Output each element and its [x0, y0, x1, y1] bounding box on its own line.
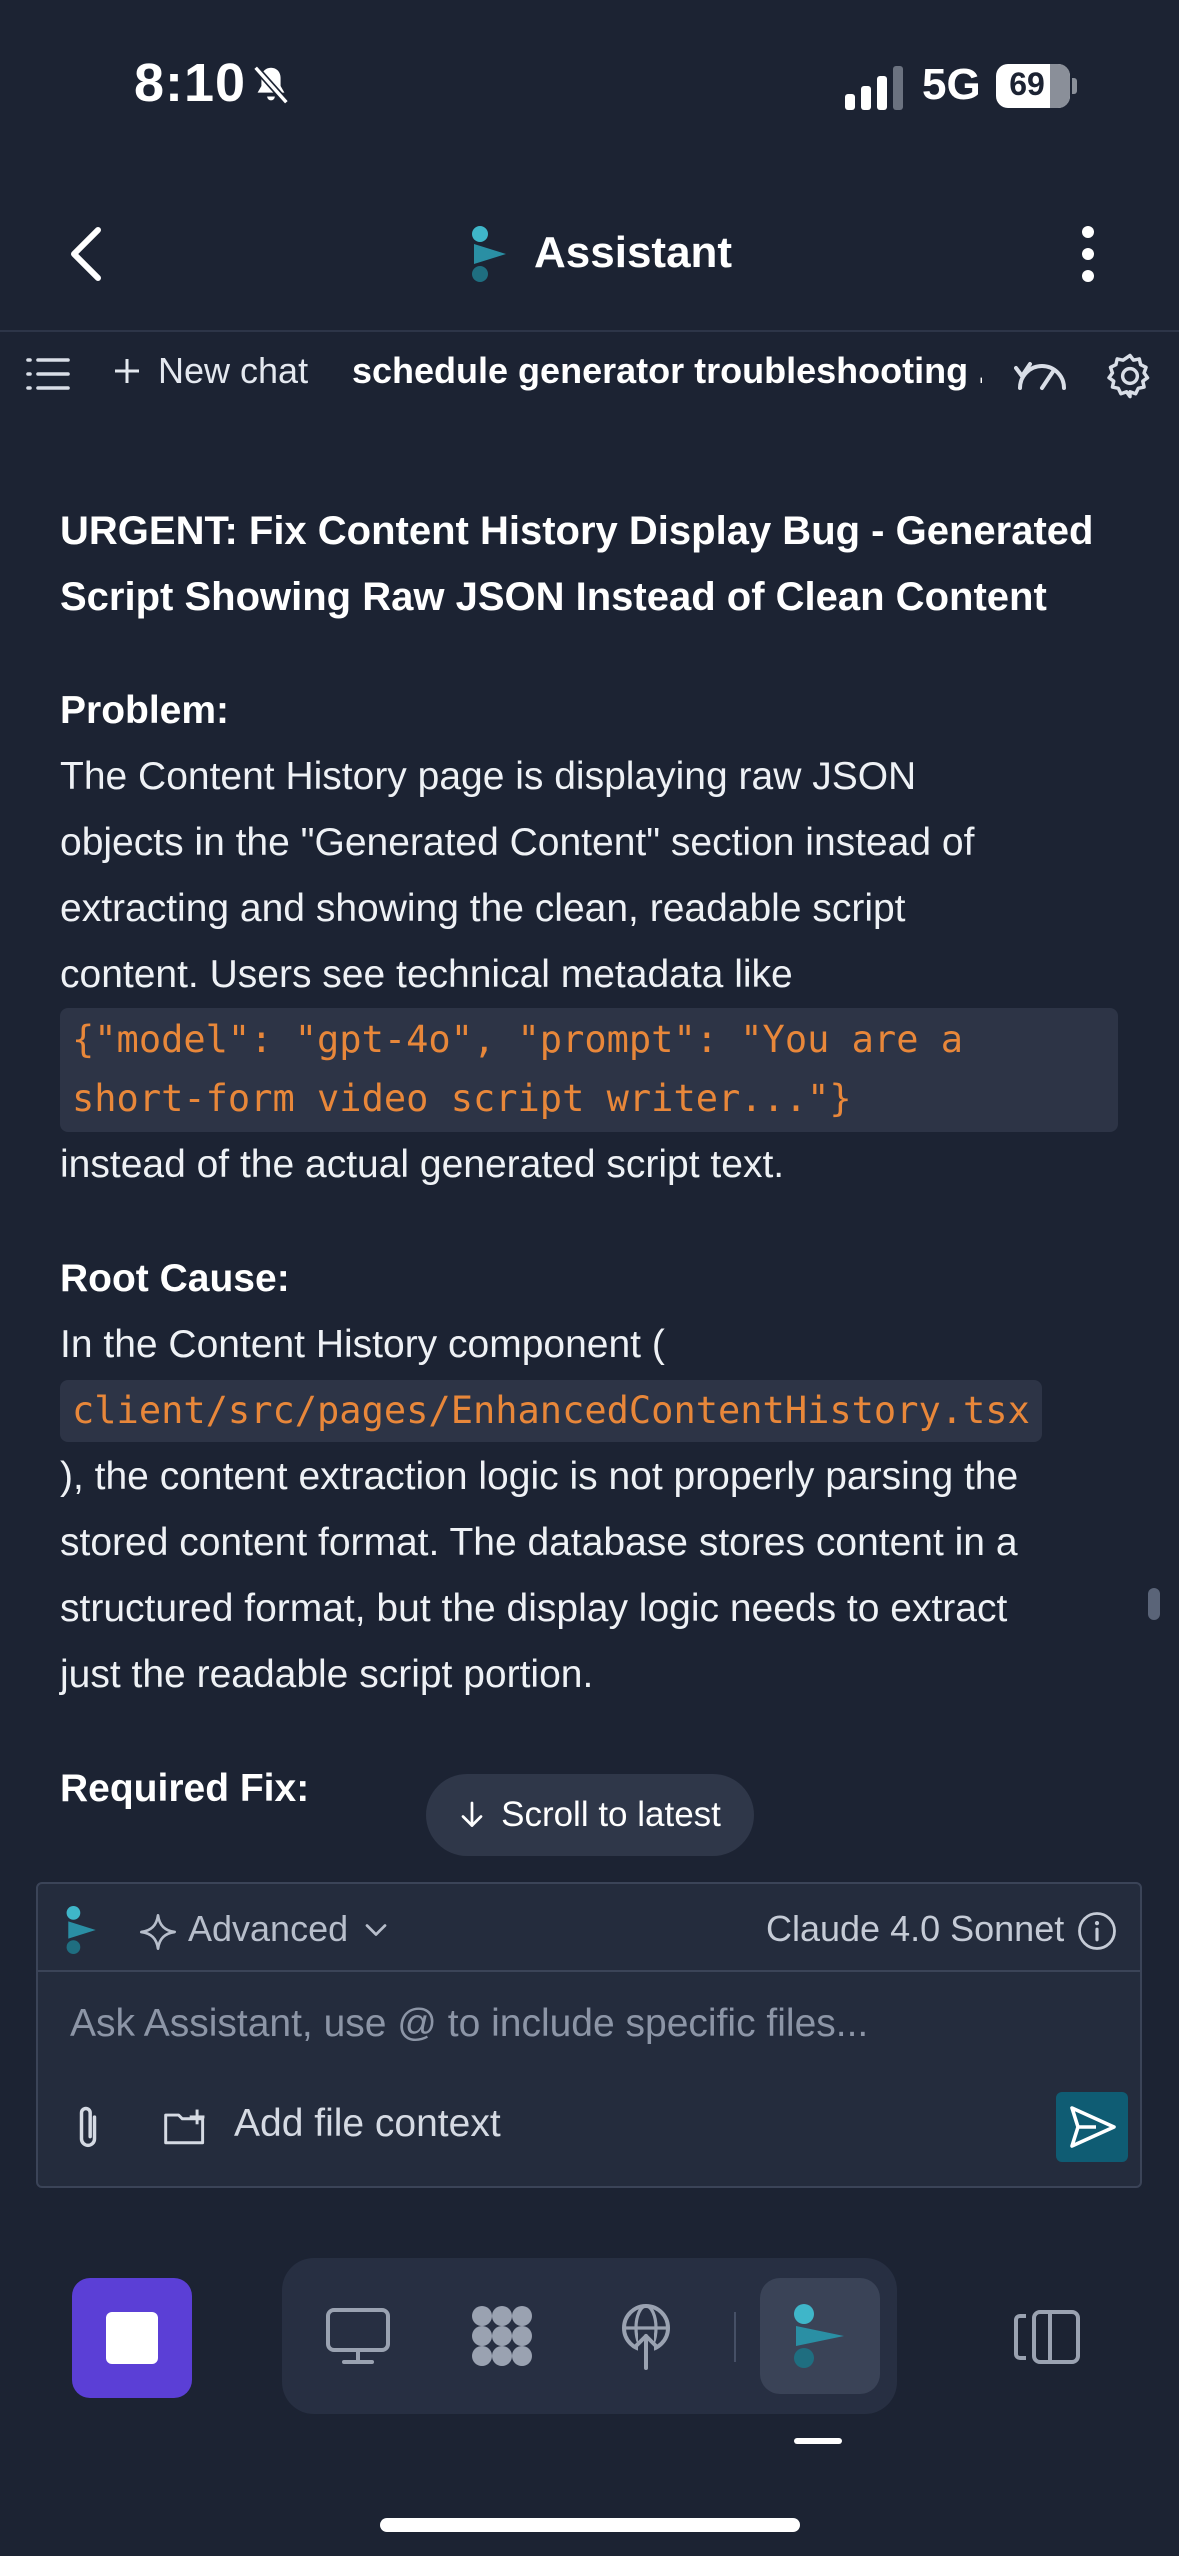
- add-file-context-button[interactable]: Add file context: [234, 2102, 501, 2146]
- new-chat-button[interactable]: New chat: [112, 350, 308, 392]
- chevron-down-icon[interactable]: [364, 1922, 388, 1938]
- mode-selector-label[interactable]: Advanced: [188, 1908, 348, 1950]
- composer: Advanced Claude 4.0 Sonnet Ask Assistant…: [36, 1882, 1142, 2188]
- problem-text-line3: extracting and showing the clean, readab…: [60, 887, 906, 930]
- root-cause-line2: ), the content extraction logic is not p…: [60, 1455, 1019, 1498]
- info-icon[interactable]: [1076, 1910, 1118, 1952]
- root-cause-line1: In the Content History component (: [60, 1323, 665, 1366]
- problem-code-line2: short-form video script writer..."}: [72, 1077, 852, 1120]
- message-input[interactable]: Ask Assistant, use @ to include specific…: [70, 2002, 868, 2046]
- problem-code-snippet: {"model": "gpt-4o", "prompt": "You are a…: [60, 1008, 1118, 1132]
- deploy-icon[interactable]: [610, 2300, 682, 2372]
- send-icon: [1070, 2106, 1116, 2148]
- battery-level: 69: [1009, 66, 1045, 102]
- problem-label: Problem:: [60, 689, 230, 732]
- bell-slash-icon: [253, 65, 289, 105]
- root-cause-code-path: client/src/pages/EnhancedContentHistory.…: [60, 1380, 1042, 1442]
- message-heading-line1: URGENT: Fix Content History Display Bug …: [60, 509, 1094, 553]
- root-cause-label: Root Cause:: [60, 1257, 290, 1300]
- assistant-message: URGENT: Fix Content History Display Bug …: [60, 498, 1120, 1822]
- problem-code-line1: {"model": "gpt-4o", "prompt": "You are a: [72, 1018, 964, 1061]
- problem-text-line1: The Content History page is displaying r…: [60, 755, 917, 798]
- status-time: 8:10: [134, 53, 247, 113]
- dock-active-indicator: [794, 2438, 842, 2444]
- root-cause-line4: structured format, but the display logic…: [60, 1587, 1008, 1630]
- bottom-dock: [282, 2258, 897, 2414]
- scroll-to-latest-label: Scroll to latest: [501, 1795, 721, 1834]
- root-cause-line5: just the readable script portion.: [60, 1653, 594, 1696]
- assistant-logo-icon[interactable]: [784, 2300, 856, 2372]
- home-indicator[interactable]: [380, 2518, 800, 2532]
- problem-text-line4: content. Users see technical metadata li…: [60, 953, 793, 996]
- scroll-to-latest-button[interactable]: Scroll to latest: [426, 1774, 754, 1856]
- chat-title[interactable]: schedule generator troubleshooting ...: [352, 350, 982, 392]
- assistant-logo-icon: [66, 1906, 96, 1954]
- kebab-menu-icon[interactable]: [1068, 224, 1108, 284]
- problem-text-line5: instead of the actual generated script t…: [60, 1143, 785, 1186]
- apps-grid-icon[interactable]: [466, 2300, 538, 2372]
- root-cause-line3: stored content format. The database stor…: [60, 1521, 1018, 1564]
- panel-toggle-icon[interactable]: [1010, 2306, 1082, 2368]
- network-label: 5G: [922, 60, 981, 109]
- stop-icon: [106, 2312, 158, 2364]
- arrow-down-icon: [461, 1801, 483, 1827]
- paperclip-icon[interactable]: [68, 2102, 108, 2154]
- list-icon[interactable]: [24, 354, 72, 394]
- folder-plus-icon[interactable]: [162, 2106, 210, 2150]
- dock-separator: [734, 2312, 736, 2362]
- stop-button[interactable]: [72, 2278, 192, 2398]
- battery-icon: 69: [996, 64, 1077, 108]
- scrollbar-thumb[interactable]: [1148, 1588, 1160, 1620]
- monitor-icon[interactable]: [322, 2300, 394, 2372]
- signal-icon: [845, 66, 903, 110]
- gauge-icon[interactable]: [1014, 352, 1070, 396]
- message-heading-line2: Script Showing Raw JSON Instead of Clean…: [60, 575, 1047, 619]
- new-chat-label: New chat: [158, 350, 309, 391]
- page-title: Assistant: [534, 228, 733, 277]
- send-button[interactable]: [1056, 2092, 1128, 2162]
- sparkle-icon[interactable]: [138, 1912, 178, 1952]
- model-selector[interactable]: Claude 4.0 Sonnet: [766, 1908, 1064, 1950]
- assistant-logo-icon: [472, 226, 506, 282]
- plus-icon: [115, 359, 139, 383]
- header-divider: [0, 330, 1179, 332]
- gear-icon[interactable]: [1104, 350, 1156, 402]
- back-chevron-icon[interactable]: [62, 224, 110, 284]
- problem-text-line2: objects in the "Generated Content" secti…: [60, 821, 975, 864]
